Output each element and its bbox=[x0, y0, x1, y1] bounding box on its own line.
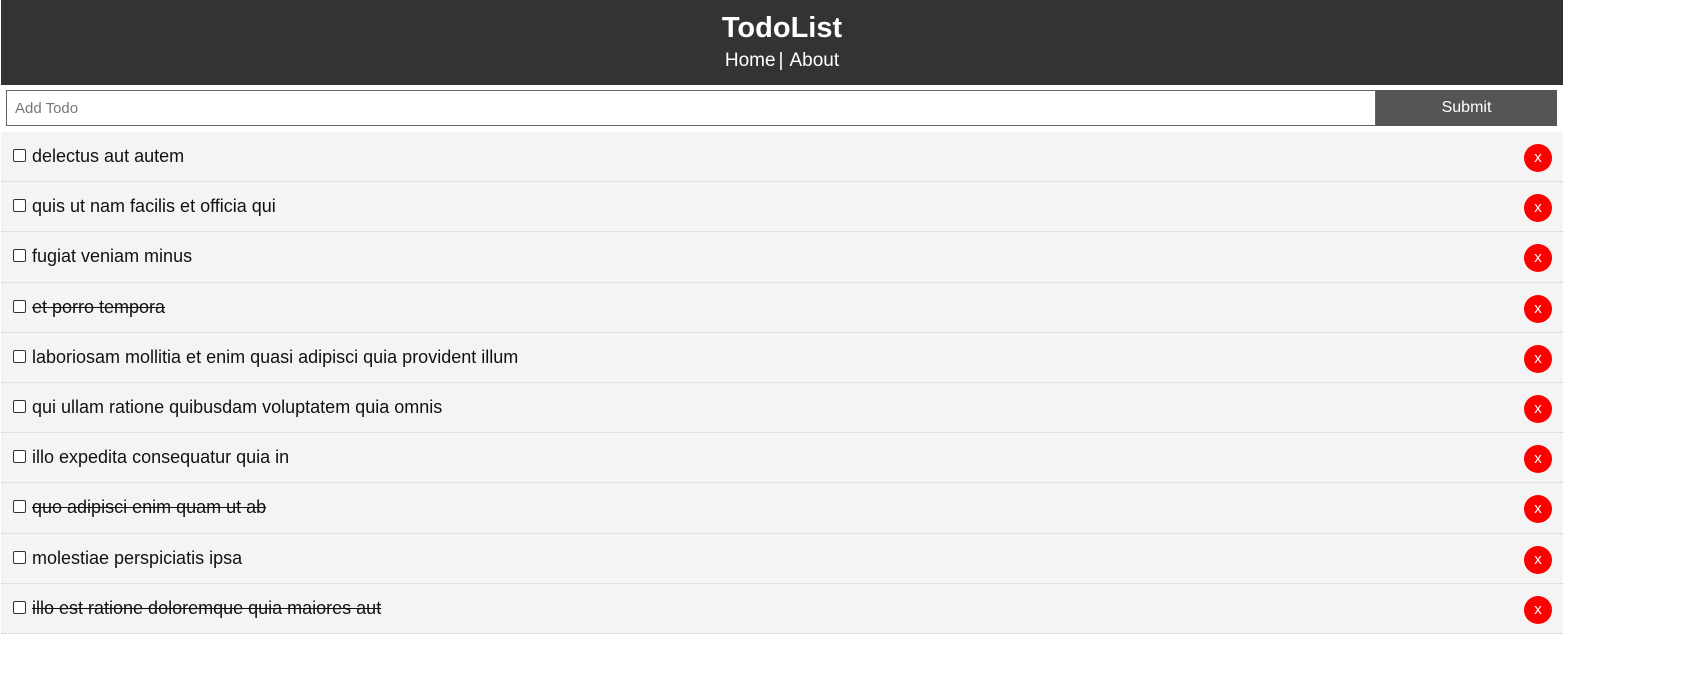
todo-checkbox[interactable] bbox=[13, 199, 26, 213]
todo-title: laboriosam mollitia et enim quasi adipis… bbox=[32, 346, 519, 367]
delete-button[interactable]: x bbox=[1524, 144, 1552, 172]
todo-item: quis ut nam facilis et officia qui x bbox=[1, 182, 1563, 233]
todo-item: qui ullam ratione quibusdam voluptatem q… bbox=[1, 382, 1563, 434]
todo-checkbox[interactable] bbox=[13, 249, 26, 263]
todo-checkbox[interactable] bbox=[13, 399, 26, 413]
todo-title: fugiat veniam minus bbox=[32, 246, 193, 267]
nav-link-about[interactable]: About bbox=[789, 50, 839, 71]
delete-button[interactable]: x bbox=[1524, 344, 1552, 373]
delete-button[interactable]: x bbox=[1524, 545, 1552, 574]
todo-checkbox[interactable] bbox=[13, 550, 26, 564]
todo-checkbox[interactable] bbox=[13, 450, 26, 464]
nav-separator: | bbox=[778, 50, 784, 71]
todo-list: delectus aut autem x quis ut nam facilis… bbox=[1, 132, 1563, 634]
todo-title: delectus aut autem bbox=[32, 146, 185, 166]
todo-item: illo expedita consequatur quia in x bbox=[1, 433, 1563, 484]
nav-bar: Home | About bbox=[1, 49, 1563, 73]
delete-button[interactable]: x bbox=[1524, 394, 1552, 423]
todo-item: laboriosam mollitia et enim quasi adipis… bbox=[1, 332, 1563, 383]
delete-button[interactable]: x bbox=[1524, 294, 1552, 323]
delete-button[interactable]: x bbox=[1524, 495, 1552, 524]
todo-checkbox[interactable] bbox=[13, 349, 26, 363]
submit-button[interactable]: Submit bbox=[1376, 90, 1557, 126]
todo-title: illo est ratione doloremque quia maiores… bbox=[32, 597, 382, 618]
delete-button[interactable]: x bbox=[1524, 244, 1552, 273]
todo-item: et porro tempora x bbox=[1, 282, 1563, 333]
todo-item: quo adipisci enim quam ut ab x bbox=[1, 483, 1563, 534]
add-todo-input[interactable] bbox=[6, 90, 1376, 126]
todo-item: molestiae perspiciatis ipsa x bbox=[1, 533, 1563, 584]
add-todo-form: Submit bbox=[6, 90, 1557, 126]
todo-title: qui ullam ratione quibusdam voluptatem q… bbox=[32, 396, 443, 417]
app-header: TodoList Home | About bbox=[1, 0, 1563, 85]
todo-title: quis ut nam facilis et officia qui bbox=[32, 196, 276, 217]
todo-title: molestiae perspiciatis ipsa bbox=[32, 547, 243, 568]
delete-button[interactable]: x bbox=[1524, 194, 1552, 223]
page-title: TodoList bbox=[721, 12, 843, 44]
todo-checkbox[interactable] bbox=[13, 600, 26, 614]
todo-title: et porro tempora bbox=[32, 296, 166, 317]
todo-item: delectus aut autem x bbox=[1, 132, 1563, 183]
delete-button[interactable]: x bbox=[1524, 445, 1552, 474]
nav-link-home[interactable]: Home bbox=[725, 50, 776, 71]
todo-checkbox[interactable] bbox=[13, 500, 26, 514]
delete-button[interactable]: x bbox=[1524, 595, 1552, 624]
todo-checkbox[interactable] bbox=[13, 299, 26, 313]
todo-title: quo adipisci enim quam ut ab bbox=[32, 497, 267, 518]
todo-title: illo expedita consequatur quia in bbox=[32, 447, 290, 468]
todo-item: illo est ratione doloremque quia maiores… bbox=[1, 583, 1563, 634]
todo-checkbox[interactable] bbox=[13, 149, 26, 162]
todo-item: fugiat veniam minus x bbox=[1, 232, 1563, 283]
